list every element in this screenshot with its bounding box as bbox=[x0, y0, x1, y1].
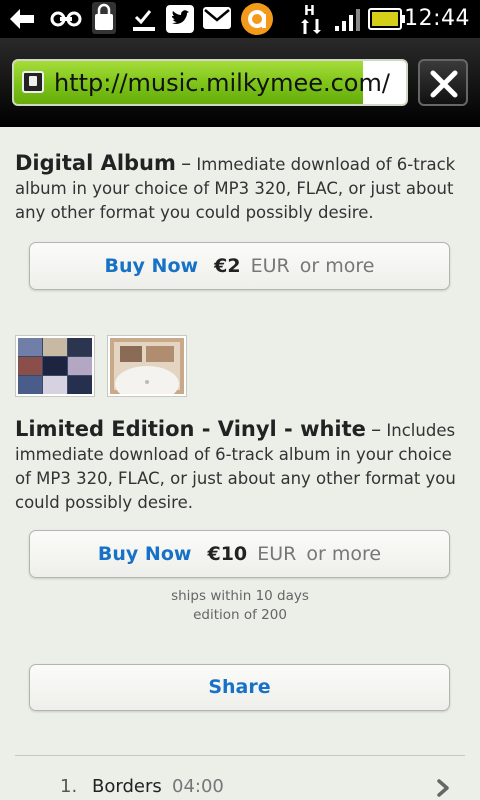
stop-loading-button[interactable] bbox=[418, 59, 468, 106]
or-more-label: or more bbox=[306, 543, 382, 565]
currency: EUR bbox=[250, 255, 290, 277]
clock: 12:44 bbox=[404, 6, 470, 31]
close-icon bbox=[430, 70, 458, 98]
network-type-label: H bbox=[304, 4, 315, 19]
status-bar: H 12:44 bbox=[0, 0, 480, 38]
price: €10 bbox=[207, 543, 248, 565]
network-arrows-icon: H bbox=[301, 4, 321, 34]
title-separator: – bbox=[371, 417, 382, 441]
digital-album-section: Digital Album – Immediate download of 6-… bbox=[15, 151, 465, 225]
ships-note: ships within 10 days bbox=[171, 588, 309, 604]
browser-toolbar: http://music.milkymee.com/ bbox=[0, 38, 480, 127]
battery-icon bbox=[368, 8, 405, 30]
vinyl-photo-thumbnail[interactable] bbox=[15, 335, 95, 397]
price: €2 bbox=[214, 255, 241, 277]
buy-now-label: Buy Now bbox=[97, 543, 192, 565]
buy-now-label: Buy Now bbox=[104, 255, 199, 277]
track-title: Borders bbox=[92, 776, 162, 797]
photo-collage-image bbox=[18, 338, 92, 394]
edition-note: edition of 200 bbox=[193, 607, 287, 623]
shipping-info: ships within 10 days edition of 200 bbox=[0, 587, 480, 625]
currency: EUR bbox=[257, 543, 297, 565]
vinyl-record-thumbnail[interactable] bbox=[107, 335, 187, 402]
title-separator: – bbox=[181, 151, 192, 175]
divider bbox=[15, 755, 465, 756]
link-icon bbox=[50, 11, 82, 27]
share-button[interactable]: Share bbox=[29, 664, 450, 711]
track-number: 1. bbox=[60, 776, 78, 797]
or-more-label: or more bbox=[299, 255, 375, 277]
app-notification-icon bbox=[241, 3, 273, 35]
buy-digital-album-button[interactable]: Buy Now €2 EUR or more bbox=[29, 242, 450, 290]
digital-album-title: Digital Album bbox=[15, 151, 176, 175]
vinyl-record-image bbox=[110, 338, 184, 402]
chevron-right-icon bbox=[437, 779, 449, 797]
url-text: http://music.milkymee.com/ bbox=[54, 69, 390, 97]
twitter-icon bbox=[166, 5, 194, 33]
page-content: Digital Album – Immediate download of 6-… bbox=[0, 127, 480, 800]
buy-vinyl-button[interactable]: Buy Now €10 EUR or more bbox=[29, 530, 450, 578]
signal-icon bbox=[335, 9, 360, 31]
vinyl-section: Limited Edition - Vinyl - white – Includ… bbox=[15, 417, 465, 515]
download-done-icon bbox=[133, 10, 155, 31]
site-favicon-icon bbox=[22, 71, 44, 93]
usb-debug-icon bbox=[10, 9, 34, 29]
shopping-bag-icon bbox=[92, 2, 116, 34]
track-duration: 04:00 bbox=[172, 776, 224, 797]
vinyl-title: Limited Edition - Vinyl - white bbox=[15, 417, 366, 441]
url-field[interactable]: http://music.milkymee.com/ bbox=[12, 59, 408, 106]
mail-icon bbox=[203, 7, 231, 29]
track-row[interactable]: 1. Borders 04:00 bbox=[0, 772, 480, 800]
